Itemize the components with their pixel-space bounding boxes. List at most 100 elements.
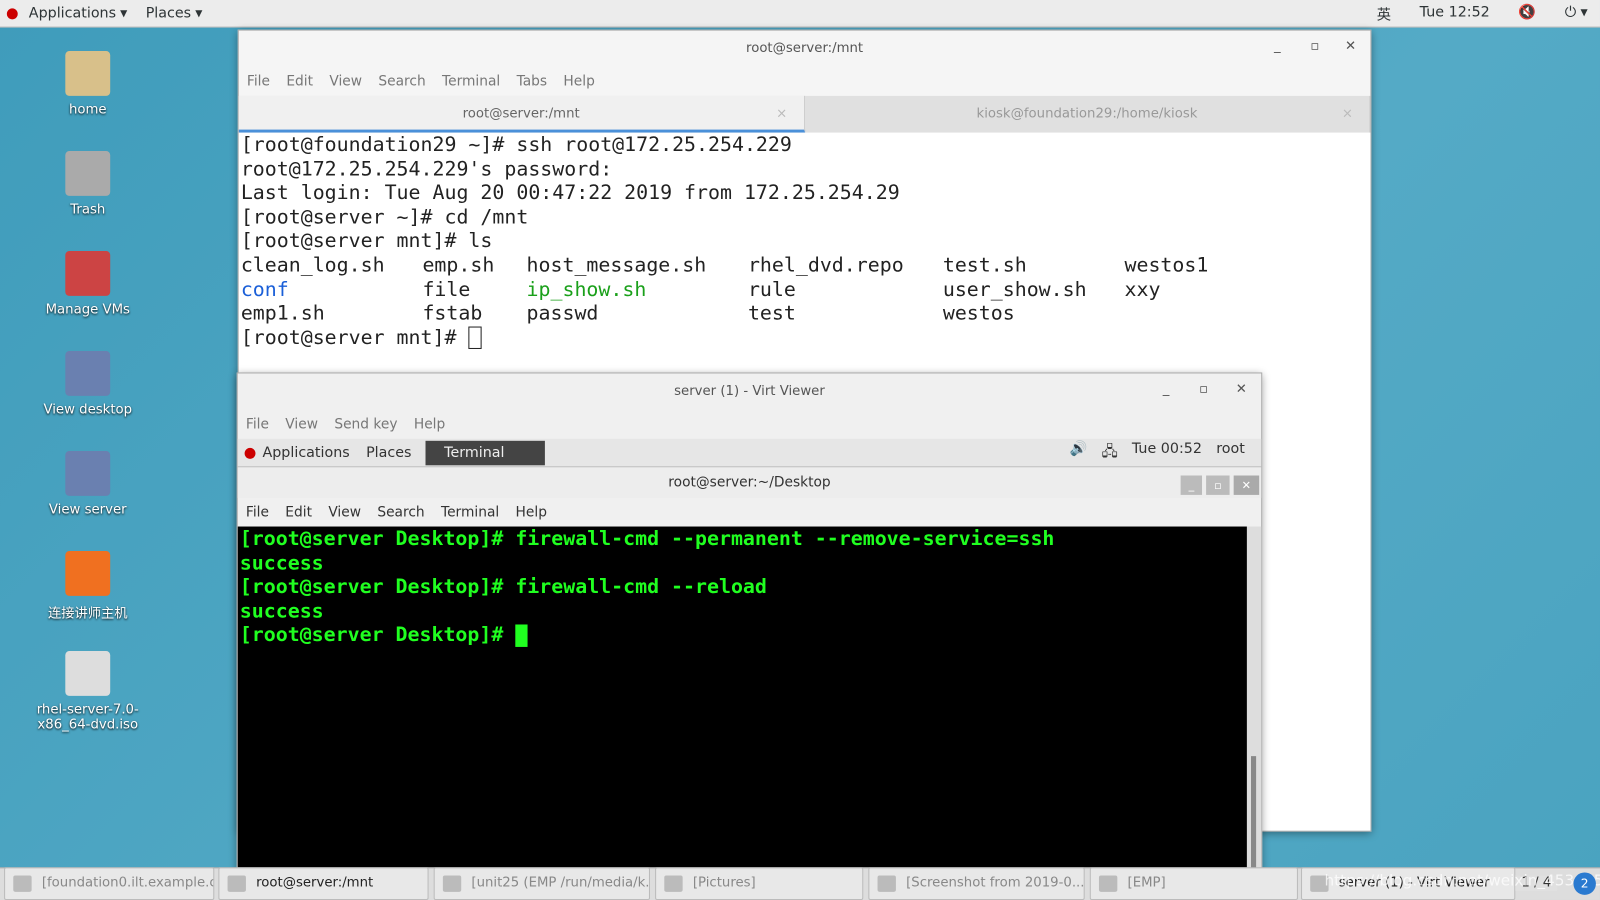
terminal-line: success [239,550,324,575]
menu-help[interactable]: Help [414,416,445,432]
file-entry: host_message.sh [526,253,707,277]
taskbar-item[interactable]: [unit25 (EMP /run/media/k... [433,867,650,900]
close-tab-icon[interactable]: × [776,96,787,133]
virt-viewer-window[interactable]: server (1) - Virt Viewer _ ▫ ✕ File View S… [236,372,1263,884]
file-entry: ip_show.sh [526,277,647,301]
app-icon [877,875,896,892]
desktop-icon[interactable]: Manage VMs [20,251,155,317]
terminal-line: [root@server ~]# cd /mnt [240,204,529,229]
guest-terminal-title: root@server:~/Desktop _ ▫ ✕ [237,467,1262,498]
minimize-button[interactable]: _ [1163,382,1170,397]
guest-places-menu[interactable]: Places [366,444,411,460]
trash-icon [65,151,111,196]
guest-terminal-output[interactable]: [root@server Desktop]# firewall-cmd --pe… [237,526,1247,868]
desktop-icon[interactable]: View desktop [20,351,155,417]
menu-file[interactable]: File [247,73,270,89]
close-button[interactable]: ✕ [1233,475,1260,495]
app-icon [1098,875,1118,892]
close-button[interactable]: ✕ [1236,382,1247,397]
menu-search[interactable]: Search [378,73,425,89]
desktop-icon[interactable]: home [20,51,155,117]
user-menu[interactable]: root [1216,440,1245,464]
tab-root-mnt[interactable]: root@server:/mnt × [238,95,805,133]
volume-muted-icon[interactable]: 🔇 [1518,4,1536,24]
clock[interactable]: Tue 12:52 [1420,4,1490,24]
desktop-icon[interactable]: Trash [20,151,155,217]
notification-icon[interactable]: 2 [1573,872,1596,895]
terminal-line: [root@server Desktop]# firewall-cmd --pe… [239,526,1055,550]
guest-terminal-task[interactable]: Terminal [425,440,546,465]
minimize-button[interactable]: _ [1180,475,1203,495]
file-entry: xxy [1124,277,1161,301]
menu-view[interactable]: View [285,416,318,432]
file-entry: rhel_dvd.repo [747,253,904,277]
file-entry: test.sh [942,253,1027,277]
menu-view[interactable]: View [329,73,362,89]
redhat-icon: ● [6,5,19,22]
guest-clock[interactable]: Tue 00:52 [1132,440,1202,464]
app-icon [227,875,246,892]
terminal-line: [root@server mnt]# ls [240,228,493,253]
taskbar-item[interactable]: [foundation0.ilt.example.c... [4,867,215,900]
monitor-icon [65,451,111,496]
taskbar-item[interactable]: [Pictures] [655,867,864,900]
file-entry: clean_log.sh [240,253,385,277]
file-entry: westos [942,301,1015,325]
volume-icon[interactable]: 🔊 [1070,440,1088,464]
cursor [515,624,528,647]
app-icon [664,875,683,892]
menu-send-key[interactable]: Send key [334,416,397,432]
menu-tabs[interactable]: Tabs [517,73,548,89]
monitor-icon [65,351,111,396]
close-button[interactable]: ✕ [1345,39,1356,54]
menu-view[interactable]: View [328,504,361,520]
terminal-line: [root@server Desktop]# [239,622,516,647]
watermark: https://blog.csdn.net/weixin_45368529 [1324,871,1600,890]
app-icon [13,875,32,892]
app-icon [442,875,462,892]
applications-menu[interactable]: Applications [29,5,116,21]
window-title: root@server:/mnt [746,40,864,57]
menu-file[interactable]: File [246,416,269,432]
menu-help[interactable]: Help [563,73,594,89]
terminal-line: success [239,598,324,623]
window-title: server (1) - Virt Viewer [674,383,825,399]
desktop-icon[interactable]: View server [20,451,155,517]
guest-applications-menu[interactable]: Applications [262,444,349,460]
desktop-icon[interactable]: 连接讲师主机 [20,551,155,621]
taskbar-item[interactable]: [EMP] [1089,867,1298,900]
file-entry [1124,301,1226,325]
menu-search[interactable]: Search [377,504,424,520]
file-entry: user_show.sh [942,277,1087,301]
menu-edit[interactable]: Edit [286,73,313,89]
places-menu[interactable]: Places [146,5,191,21]
input-method[interactable]: 英 [1377,4,1391,24]
desktop-icon[interactable]: rhel-server-7.0-x86_64-dvd.iso [20,651,155,733]
scrollbar[interactable] [1246,526,1262,884]
menu-edit[interactable]: Edit [285,504,312,520]
menu-help[interactable]: Help [516,504,547,520]
minimize-button[interactable]: _ [1274,39,1281,54]
menu-terminal[interactable]: Terminal [442,73,500,89]
maximize-button[interactable]: ▫ [1205,475,1230,495]
menu-terminal[interactable]: Terminal [441,504,499,520]
vm-icon [65,251,111,296]
terminal-line: [root@foundation29 ~]# ssh root@172.25.2… [240,132,792,157]
taskbar-item[interactable]: root@server:/mnt [218,867,429,900]
close-tab-icon[interactable]: × [1342,96,1353,133]
taskbar-item[interactable]: [Screenshot from 2019-0... [868,867,1085,900]
file-entry: test [747,301,796,325]
file-entry: fstab [422,301,483,325]
tab-kiosk[interactable]: kiosk@foundation29:/home/kiosk × [805,95,1371,133]
maximize-button[interactable]: ▫ [1310,39,1319,54]
disc-icon [65,651,111,696]
network-icon: 🖧 [1101,443,1118,460]
terminal-line: root@172.25.254.229's password: [240,156,613,181]
menu-file[interactable]: File [246,504,269,520]
file-entry: file [422,277,471,301]
file-entry: emp1.sh [240,301,325,325]
power-icon[interactable]: ⏻ ▾ [1565,4,1588,24]
desktop: ● Applications ▾ Places ▾ 英 Tue 12:52 🔇 ⏻ … [0,0,1600,900]
prompt: [root@server mnt]# [240,325,469,349]
maximize-button[interactable]: ▫ [1199,382,1208,397]
